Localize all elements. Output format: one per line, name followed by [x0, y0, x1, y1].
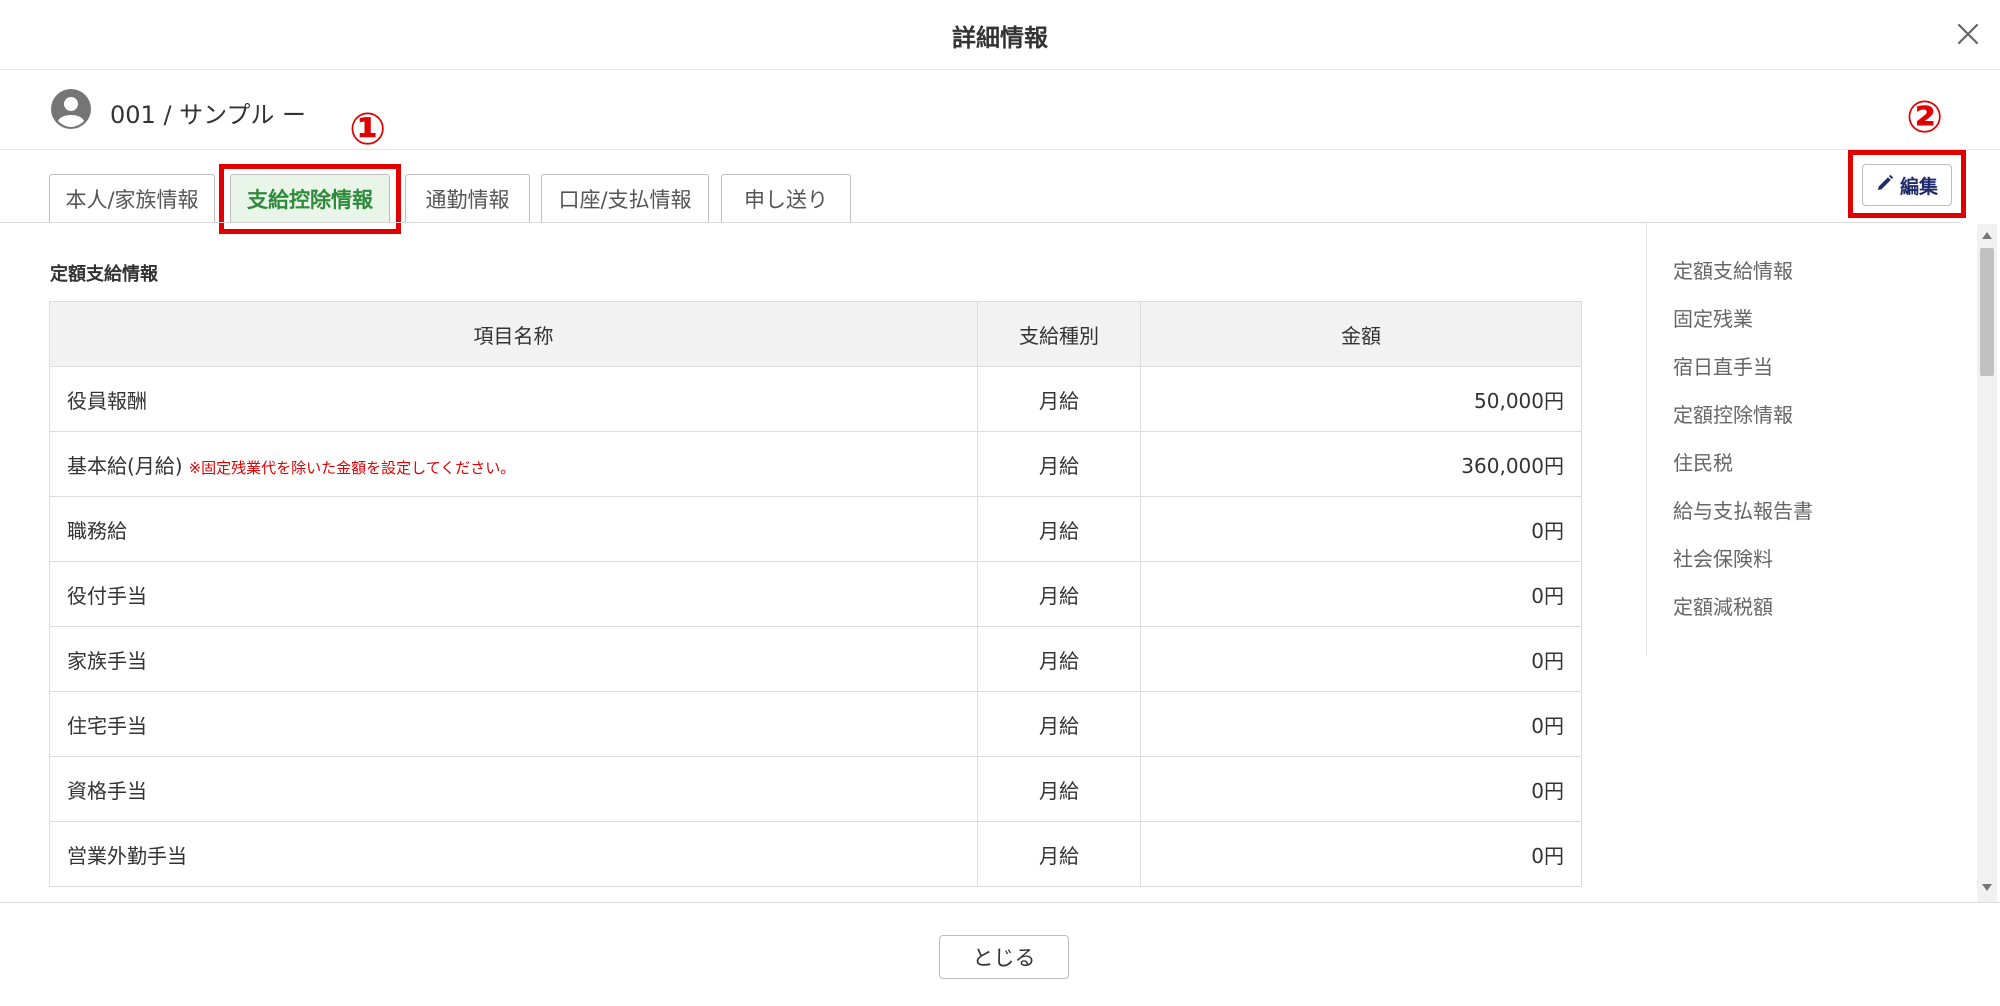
item-name: 営業外勤手当 — [67, 843, 187, 868]
section-title: 定額支給情報 — [50, 264, 158, 285]
user-avatar-icon — [50, 88, 92, 130]
side-nav-fixed-deduction[interactable]: 定額控除情報 — [1673, 400, 1813, 448]
dialog-header: 詳細情報 — [0, 0, 2000, 70]
item-name: 家族手当 — [67, 648, 147, 673]
item-name: 住宅手当 — [67, 713, 147, 738]
side-nav-social-insurance[interactable]: 社会保険料 — [1673, 544, 1813, 592]
item-name: 資格手当 — [67, 778, 147, 803]
side-nav-tax-reduction[interactable]: 定額減税額 — [1673, 592, 1813, 640]
amount-cell: 0円 — [1140, 561, 1582, 627]
amount-cell: 50,000円 — [1140, 366, 1582, 432]
edit-button-label: 編集 — [1899, 175, 1938, 198]
payment-type-cell: 月給 — [977, 821, 1141, 887]
tab-personal-family[interactable]: 本人/家族情報 — [49, 174, 215, 222]
amount-cell: 0円 — [1140, 756, 1582, 822]
side-nav-fixed-payment[interactable]: 定額支給情報 — [1673, 256, 1813, 304]
side-nav-payment-report[interactable]: 給与支払報告書 — [1673, 496, 1813, 544]
pencil-icon — [1876, 174, 1894, 197]
table-row: 役付手当 月給 0円 — [49, 561, 1582, 627]
table-row: 資格手当 月給 0円 — [49, 756, 1582, 822]
tab-commute[interactable]: 通勤情報 — [405, 174, 530, 222]
side-nav-resident-tax[interactable]: 住民税 — [1673, 448, 1813, 496]
edit-button[interactable]: 編集 — [1862, 164, 1952, 206]
item-name-cell: 住宅手当 — [49, 691, 978, 757]
item-name: 職務給 — [67, 518, 127, 543]
amount-cell: 0円 — [1140, 626, 1582, 692]
amount-cell: 0円 — [1140, 691, 1582, 757]
column-header-amount: 金額 — [1140, 301, 1582, 367]
item-name-cell: 営業外勤手当 — [49, 821, 978, 887]
payment-type-cell: 月給 — [977, 561, 1141, 627]
tab-payment-deduction[interactable]: 支給控除情報 — [230, 174, 390, 222]
table-row: 基本給(月給) ※固定残業代を除いた金額を設定してください。 月給 360,000… — [49, 431, 1582, 497]
payment-type-cell: 月給 — [977, 756, 1141, 822]
tabs-divider — [0, 222, 1960, 223]
close-button[interactable]: とじる — [939, 935, 1069, 979]
column-header-payment-type: 支給種別 — [977, 301, 1141, 367]
amount-cell: 0円 — [1140, 821, 1582, 887]
item-name-cell: 役員報酬 — [49, 366, 978, 432]
item-name-cell: 家族手当 — [49, 626, 978, 692]
user-name: 001 / サンプル ー — [110, 101, 307, 129]
table-row: 住宅手当 月給 0円 — [49, 691, 1582, 757]
footer-divider — [0, 902, 2000, 903]
amount-cell: 0円 — [1140, 496, 1582, 562]
dialog-title: 詳細情報 — [952, 24, 1048, 52]
side-nav: 定額支給情報 固定残業 宿日直手当 定額控除情報 住民税 給与支払報告書 社会保… — [1673, 256, 1813, 640]
item-name-cell: 役付手当 — [49, 561, 978, 627]
payment-type-cell: 月給 — [977, 496, 1141, 562]
scrollbar-thumb[interactable] — [1980, 248, 1994, 376]
item-name-cell: 資格手当 — [49, 756, 978, 822]
payment-type-cell: 月給 — [977, 691, 1141, 757]
table-row: 役員報酬 月給 50,000円 — [49, 366, 1582, 432]
column-header-item-name: 項目名称 — [49, 301, 978, 367]
payment-type-cell: 月給 — [977, 626, 1141, 692]
user-row: 001 / サンプル ー — [0, 70, 2000, 150]
annotation-number-2: ② — [1906, 92, 1944, 143]
side-nav-divider — [1646, 222, 1647, 656]
side-nav-night-duty-allowance[interactable]: 宿日直手当 — [1673, 352, 1813, 400]
close-icon[interactable] — [1954, 20, 1982, 48]
tab-account-payment[interactable]: 口座/支払情報 — [541, 174, 709, 222]
amount-cell: 360,000円 — [1140, 431, 1582, 497]
side-nav-fixed-overtime[interactable]: 固定残業 — [1673, 304, 1813, 352]
item-name: 役員報酬 — [67, 388, 147, 413]
payment-table: 項目名称 支給種別 金額 役員報酬 月給 50,000円 基本給(月給) ※固定残… — [49, 301, 1582, 887]
table-row: 営業外勤手当 月給 0円 — [49, 821, 1582, 887]
item-name: 役付手当 — [67, 583, 147, 608]
table-row: 家族手当 月給 0円 — [49, 626, 1582, 692]
scroll-down-arrow-icon[interactable] — [1982, 884, 1992, 891]
item-name: 基本給(月給) — [67, 453, 183, 478]
table-row: 職務給 月給 0円 — [49, 496, 1582, 562]
tab-handover[interactable]: 申し送り — [721, 174, 851, 222]
item-note: ※固定残業代を除いた金額を設定してください。 — [188, 458, 516, 477]
item-name-cell: 職務給 — [49, 496, 978, 562]
annotation-number-1: ① — [349, 104, 387, 155]
table-header-row: 項目名称 支給種別 金額 — [49, 301, 1582, 367]
payment-type-cell: 月給 — [977, 366, 1141, 432]
scroll-up-arrow-icon[interactable] — [1982, 232, 1992, 239]
item-name-cell: 基本給(月給) ※固定残業代を除いた金額を設定してください。 — [49, 431, 978, 497]
payment-type-cell: 月給 — [977, 431, 1141, 497]
